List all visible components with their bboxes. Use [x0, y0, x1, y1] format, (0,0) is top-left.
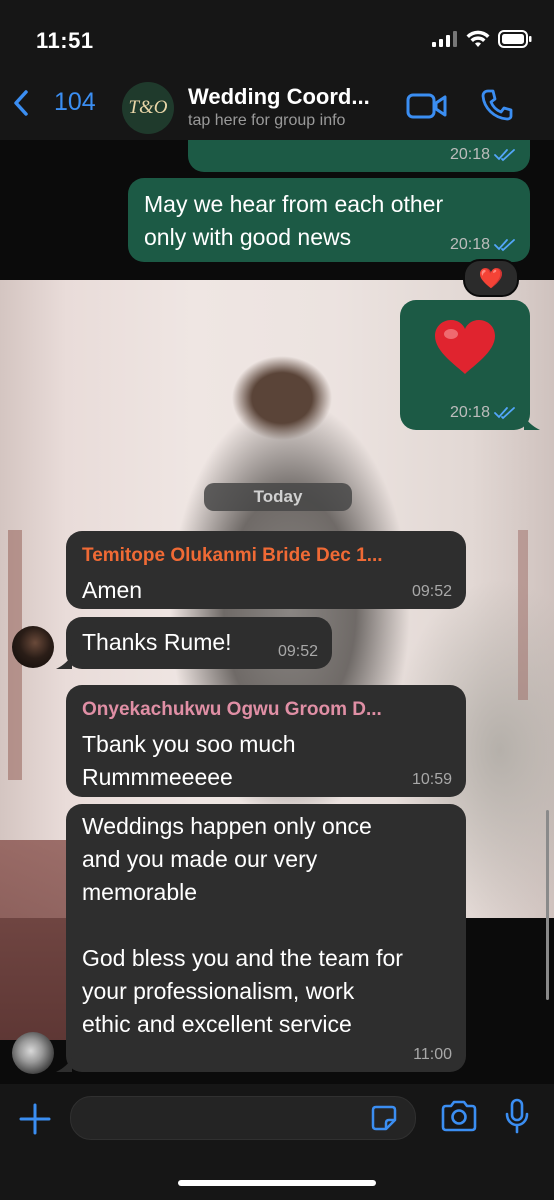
message-incoming[interactable]: Weddings happen only once and you made o…	[66, 804, 466, 1072]
bubble-tail	[56, 655, 72, 669]
message-time: 20:18	[449, 236, 490, 253]
message-outgoing[interactable]: 20:18	[400, 300, 530, 430]
group-title[interactable]: Wedding Coord...	[188, 84, 400, 110]
message-meta: 20:18	[450, 146, 516, 164]
scroll-indicator[interactable]	[546, 810, 549, 1000]
message-text: Rummmeeeee	[82, 764, 233, 790]
message-time: 10:59	[411, 771, 452, 788]
message-text: Amen	[82, 577, 143, 603]
message-text-line: ethic and excellent service	[82, 1011, 352, 1037]
phone-call-icon[interactable]	[480, 88, 514, 122]
home-indicator[interactable]	[178, 1180, 376, 1186]
message-text-line: and you made our very	[82, 846, 318, 872]
message-input[interactable]	[70, 1096, 416, 1140]
bubble-tail	[56, 1058, 72, 1072]
sticker-icon[interactable]	[370, 1104, 398, 1132]
chat-header: 104 T&O Wedding Coord... tap here for gr…	[0, 78, 554, 140]
sender-avatar[interactable]	[12, 626, 54, 668]
message-meta: 09:52	[412, 583, 452, 601]
message-meta: 10:59	[412, 771, 452, 789]
chat-area[interactable]: 20:18 May we hear from each other only w…	[0, 140, 554, 1084]
message-outgoing[interactable]: May we hear from each other only with go…	[128, 178, 530, 262]
signal-icon	[432, 31, 457, 47]
message-text-line: memorable	[82, 879, 198, 905]
day-separator: Today	[204, 483, 352, 511]
sender-name[interactable]: Onyekachukwu Ogwu Groom D...	[82, 693, 450, 726]
read-ticks-icon	[494, 149, 515, 162]
day-label: Today	[253, 487, 303, 506]
message-text-line: God bless you and the team for	[82, 945, 403, 971]
microphone-icon[interactable]	[504, 1098, 530, 1134]
video-call-icon[interactable]	[406, 92, 448, 120]
group-avatar[interactable]: T&O	[122, 82, 174, 134]
wallpaper-detail	[518, 530, 528, 700]
message-incoming[interactable]: Temitope Olukanmi Bride Dec 1... Amen 09…	[66, 531, 466, 609]
status-bar: 11:51	[0, 0, 554, 78]
message-time: 09:52	[411, 583, 452, 600]
message-time: 20:18	[449, 146, 490, 163]
back-button[interactable]: 104	[12, 88, 96, 117]
status-icons	[432, 30, 532, 48]
message-text-line: Weddings happen only once	[82, 813, 372, 839]
bubble-tail	[524, 416, 540, 430]
read-ticks-icon	[494, 407, 515, 420]
message-meta: 11:00	[413, 1046, 452, 1064]
message-text-line	[82, 909, 450, 942]
heart-emoji-icon	[435, 320, 495, 374]
status-time: 11:51	[36, 28, 94, 53]
camera-icon[interactable]	[440, 1100, 478, 1132]
message-time: 11:00	[413, 1046, 452, 1063]
chevron-left-icon	[14, 89, 28, 116]
message-time: 20:18	[449, 404, 490, 421]
message-incoming[interactable]: Onyekachukwu Ogwu Groom D... Tbank you s…	[66, 685, 466, 797]
battery-icon	[498, 30, 532, 48]
group-info-hint[interactable]: tap here for group info	[188, 112, 345, 130]
message-text: Tbank you soo much	[82, 731, 296, 757]
message-incoming[interactable]: Thanks Rume! 09:52	[66, 617, 332, 669]
message-meta: 20:18	[450, 236, 516, 254]
attach-plus-icon[interactable]	[18, 1102, 52, 1136]
message-time: 09:52	[277, 643, 318, 660]
message-meta: 20:18	[450, 404, 516, 422]
sender-avatar[interactable]	[12, 1032, 54, 1074]
message-text-line: your professionalism, work	[82, 978, 355, 1004]
message-meta: 09:52	[278, 643, 318, 661]
message-outgoing[interactable]: 20:18	[188, 140, 530, 172]
sender-name[interactable]: Temitope Olukanmi Bride Dec 1...	[82, 539, 450, 572]
message-input-bar	[0, 1084, 554, 1200]
message-reaction[interactable]: ❤️	[463, 259, 519, 297]
message-text: May we hear from each other	[144, 191, 444, 217]
read-ticks-icon	[494, 239, 515, 252]
reaction-emoji: ❤️	[478, 267, 504, 290]
wifi-icon	[466, 30, 490, 47]
unread-count: 104	[54, 88, 96, 116]
